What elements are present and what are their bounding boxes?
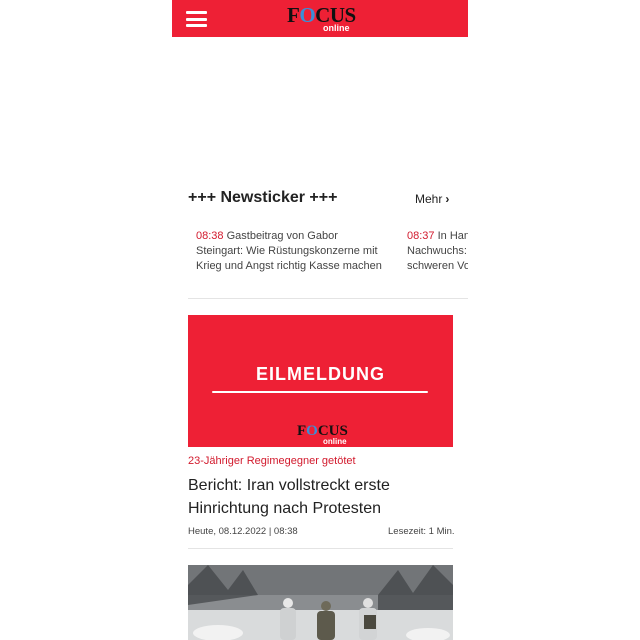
image-logo: FOCUS online (297, 423, 357, 447)
top-bar: FOCUS online (172, 0, 468, 37)
article-kicker: 23-Jähriger Regimegegner getötet (188, 455, 356, 467)
soldiers-in-snow-image (188, 565, 453, 640)
divider (188, 548, 453, 549)
ticker-time: 08:37 (407, 230, 435, 242)
ad-placeholder (172, 37, 468, 182)
newsticker-item[interactable]: 08:37 In Han Nachwuchs: schweren Vo (407, 229, 468, 274)
article-headline[interactable]: Bericht: Iran vollstreckt erste Hinricht… (188, 474, 453, 520)
logo-letter: F (297, 423, 307, 439)
article-date: Heute, 08.12.2022 | 08:38 (188, 526, 298, 537)
more-label: Mehr (415, 192, 443, 206)
logo-letter: F (287, 3, 300, 27)
newsticker-item[interactable]: 08:38 Gastbeitrag von Gabor Steingart: W… (196, 229, 386, 274)
mobile-viewport: FOCUS online +++ Newsticker +++ Mehr › 08… (172, 0, 468, 640)
divider-line (212, 391, 428, 393)
logo-subtitle: online (323, 437, 347, 446)
divider (188, 298, 468, 299)
breaking-news-label: EILMELDUNG (256, 364, 385, 384)
logo-globe-letter: O (299, 3, 316, 27)
ticker-time: 08:38 (196, 230, 224, 242)
article-image[interactable]: EILMELDUNG FOCUS online (188, 315, 453, 447)
chevron-right-icon: › (445, 192, 450, 206)
newsticker-title: +++ Newsticker +++ (188, 189, 338, 206)
article-photo[interactable] (188, 565, 453, 640)
article-read-time: Lesezeit: 1 Min. (388, 526, 455, 537)
ticker-text: Gastbeitrag von Gabor Steingart: Wie Rüs… (196, 230, 382, 272)
newsticker-more-link[interactable]: Mehr › (415, 192, 449, 206)
focus-online-logo[interactable]: FOCUS online (287, 4, 357, 34)
hamburger-icon[interactable] (186, 11, 207, 27)
logo-globe-letter: O (306, 423, 318, 439)
logo-subtitle: online (323, 23, 350, 33)
